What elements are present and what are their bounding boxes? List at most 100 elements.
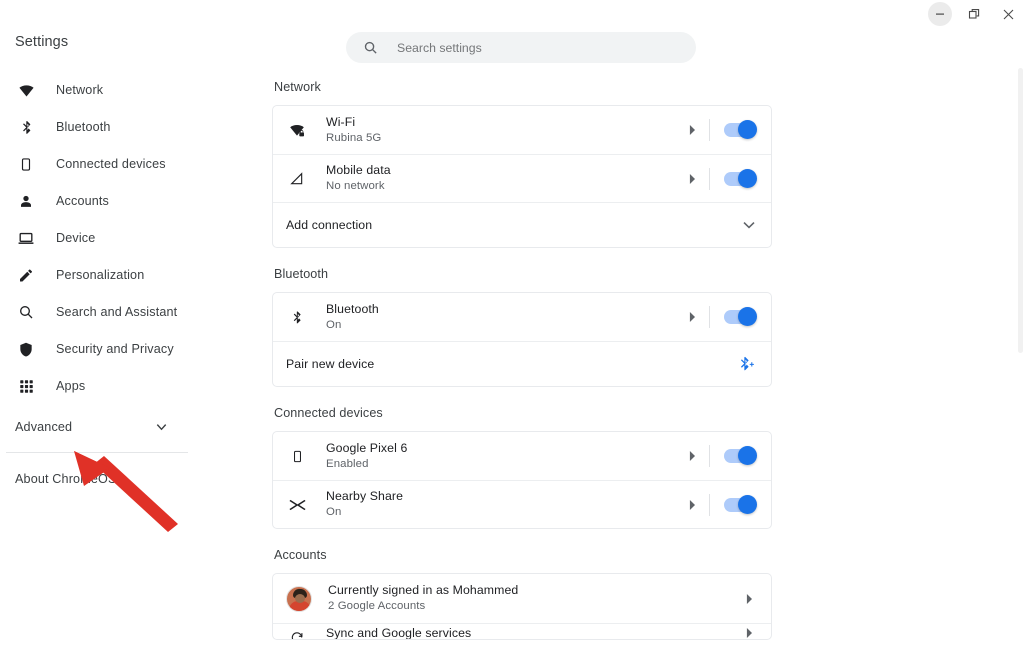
chevron-down-icon[interactable] [743, 221, 755, 229]
row-title: Sync and Google services [326, 626, 472, 639]
sidebar-item-bluetooth[interactable]: Bluetooth [0, 109, 245, 145]
section-heading: Connected devices [274, 406, 383, 420]
row-title: Mobile data [326, 163, 391, 177]
chevron-right-icon[interactable] [677, 173, 707, 184]
row-text: Google Pixel 6 Enabled [326, 441, 677, 472]
sidebar-item-search-and-assistant[interactable]: Search and Assistant [0, 294, 245, 330]
chevron-right-icon[interactable] [677, 125, 707, 135]
row-text: Nearby Share On [326, 489, 677, 520]
row-title: Currently signed in as Mohammed [328, 583, 519, 597]
row-add-connection[interactable]: Add connection [273, 202, 771, 247]
chevron-right-icon[interactable] [677, 451, 707, 461]
accounts-card: Currently signed in as Mohammed 2 Google… [272, 573, 772, 640]
section-heading: Bluetooth [274, 267, 329, 281]
row-title: Nearby Share [326, 489, 404, 503]
wifi-icon [15, 79, 37, 101]
row-text: Currently signed in as Mohammed 2 Google… [328, 583, 727, 614]
sidebar-item-device[interactable]: Device [0, 220, 245, 256]
row-controls [727, 626, 771, 639]
toggle-knob [738, 307, 757, 326]
sidebar-item-label: Search and Assistant [56, 305, 178, 319]
bluetooth-card: Bluetooth On Pair new device [272, 292, 772, 387]
sidebar-item-label: Security and Privacy [56, 342, 174, 356]
close-button[interactable] [996, 2, 1020, 26]
wifi-lock-icon [286, 119, 308, 141]
row-subtitle: Rubina 5G [326, 131, 382, 144]
restore-button[interactable] [962, 2, 986, 26]
chevron-right-icon[interactable] [677, 499, 707, 510]
row-subtitle: On [326, 318, 342, 331]
row-pair-new-device[interactable]: Pair new device [273, 341, 771, 386]
person-icon [15, 190, 37, 212]
row-title: Google Pixel 6 [326, 440, 408, 455]
row-wifi[interactable]: Wi-Fi Rubina 5G [273, 106, 771, 154]
sidebar-item-label: Connected devices [56, 157, 166, 171]
row-google-pixel-6[interactable]: Google Pixel 6 Enabled [273, 432, 771, 480]
row-text: Sync and Google services [326, 626, 727, 639]
row-subtitle: 2 Google Accounts [328, 600, 426, 612]
row-controls [727, 574, 771, 623]
row-nearby-share[interactable]: Nearby Share On [273, 480, 771, 528]
sidebar-item-label: Accounts [56, 194, 110, 208]
laptop-icon [15, 227, 37, 249]
main-content: Network Wi-Fi Rubina 5G [245, 0, 1024, 646]
wifi-toggle[interactable] [724, 120, 757, 139]
sidebar-item-personalization[interactable]: Personalization [0, 257, 245, 293]
row-mobile-data[interactable]: Mobile data No network [273, 154, 771, 202]
row-title: Wi-Fi [326, 114, 356, 129]
google-pixel-toggle[interactable] [724, 446, 757, 465]
row-signed-in-account[interactable]: Currently signed in as Mohammed 2 Google… [273, 574, 771, 623]
row-subtitle: On [326, 506, 342, 518]
bluetooth-icon [286, 306, 308, 328]
minimize-button[interactable] [928, 2, 952, 26]
divider [709, 445, 710, 467]
search-input[interactable] [397, 40, 667, 55]
row-text: Bluetooth On [326, 302, 677, 333]
pen-icon [15, 264, 37, 286]
sidebar-item-label: Device [56, 231, 96, 245]
sidebar-item-security-and-privacy[interactable]: Security and Privacy [0, 331, 245, 367]
divider [709, 306, 710, 328]
chevron-right-icon[interactable] [727, 627, 771, 638]
section-network: Network Wi-Fi Rubina 5G Mobile data No n… [272, 80, 772, 248]
search-container [346, 32, 696, 63]
chevron-right-icon[interactable] [727, 593, 771, 604]
chevron-right-icon[interactable] [677, 312, 707, 322]
toggle-knob [738, 494, 757, 514]
sidebar-item-apps[interactable]: Apps [0, 368, 245, 404]
search-bar[interactable] [346, 32, 696, 63]
section-heading: Accounts [274, 548, 327, 562]
phone-icon [15, 153, 37, 175]
window-controls [928, 0, 1020, 28]
sidebar-item-network[interactable]: Network [0, 72, 245, 108]
bluetooth-toggle[interactable] [724, 307, 757, 326]
toggle-knob [738, 120, 757, 139]
toggle-knob [738, 446, 757, 465]
avatar [286, 585, 312, 612]
page-scrollbar-thumb[interactable] [1018, 68, 1023, 353]
sidebar-item-about-chromeos[interactable]: About ChromeOS [0, 461, 245, 497]
page-scrollbar-track[interactable] [1015, 28, 1024, 646]
row-title: Bluetooth [326, 301, 379, 316]
row-sync-and-google-services[interactable]: Sync and Google services [273, 623, 771, 639]
pair-new-device-label: Pair new device [286, 357, 375, 371]
connected-devices-card: Google Pixel 6 Enabled Nearby Share On [272, 431, 772, 529]
sidebar-divider [6, 452, 188, 453]
sidebar-advanced-label: Advanced [15, 420, 73, 434]
toggle-knob [738, 168, 757, 188]
settings-window: Settings Network Bluetooth Connected dev… [0, 0, 1024, 646]
row-controls [677, 155, 771, 202]
row-controls [677, 106, 771, 154]
sidebar-item-connected-devices[interactable]: Connected devices [0, 146, 245, 182]
bluetooth-add-icon[interactable] [738, 356, 755, 372]
nearby-share-toggle[interactable] [724, 494, 757, 514]
search-icon [362, 40, 378, 56]
mobile-data-toggle[interactable] [724, 168, 757, 188]
sidebar-item-label: Personalization [56, 268, 145, 282]
row-bluetooth[interactable]: Bluetooth On [273, 293, 771, 341]
row-controls [677, 432, 771, 480]
row-text: Wi-Fi Rubina 5G [326, 115, 677, 146]
avatar-face [295, 593, 305, 603]
sidebar-item-advanced[interactable]: Advanced [0, 410, 245, 444]
sidebar-item-accounts[interactable]: Accounts [0, 183, 245, 219]
